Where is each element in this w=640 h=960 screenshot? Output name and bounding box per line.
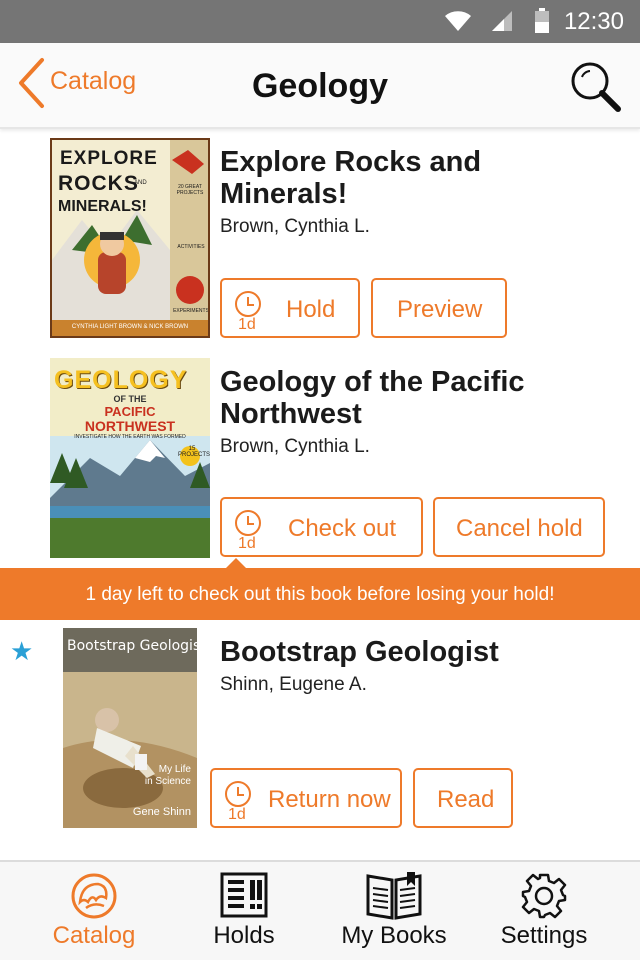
back-label: Catalog: [50, 67, 137, 95]
hold-expiry-banner: 1 day left to check out this book before…: [0, 558, 640, 620]
nav-settings[interactable]: Settings: [464, 862, 624, 960]
book-title[interactable]: Explore Rocks and Minerals!: [220, 146, 620, 210]
check-out-button-label: Check out: [288, 515, 397, 542]
book-title-line: Minerals!: [220, 178, 348, 210]
cover-title-3: MINERALS!: [58, 198, 147, 215]
cover-subtitle-2: in Science: [144, 776, 191, 787]
signal-icon: [492, 11, 512, 31]
banner-pointer: [226, 558, 246, 568]
hold-button[interactable]: 1d Hold: [220, 278, 360, 338]
nav-label: My Books: [341, 922, 447, 949]
cover-author: Gene Shinn: [132, 806, 191, 818]
cover-title-2: OF THE: [113, 394, 147, 404]
cover-title-1: EXPLORE: [60, 148, 158, 169]
due-label: 1d: [238, 316, 256, 333]
status-bar: 12:30: [0, 0, 640, 43]
clock-icon: [235, 510, 261, 536]
holds-icon: [220, 872, 268, 918]
return-now-button-label: Return now: [268, 786, 391, 813]
book-author: Shinn, Eugene A.: [220, 674, 367, 695]
battery-icon: [535, 8, 549, 33]
book-title-line: Northwest: [220, 398, 362, 430]
cover-art: [63, 628, 197, 828]
banner-text: 1 day left to check out this book before…: [85, 584, 555, 605]
cover-title-2: ROCKS: [58, 172, 139, 195]
search-button[interactable]: [568, 59, 624, 115]
book-cover[interactable]: Bootstrap Geologist My Life in Science G…: [63, 628, 197, 828]
cover-title-2b: AND: [134, 180, 147, 186]
back-button[interactable]: Catalog: [16, 55, 146, 111]
nav-label: Catalog: [52, 922, 136, 949]
nav-label: Settings: [500, 922, 588, 949]
cover-badge: 15 PROJECTS: [178, 446, 210, 458]
cancel-hold-button[interactable]: Cancel hold: [433, 497, 605, 557]
lion-icon: [71, 873, 117, 919]
gear-icon: [521, 873, 567, 919]
book-item[interactable]: Bootstrap Geologist My Life in Science G…: [0, 628, 640, 838]
bottom-navigation: Catalog Holds My Books Settings: [0, 860, 640, 960]
book-item[interactable]: EXPLORE ROCKS AND MINERALS! 20 GREAT PRO…: [0, 138, 640, 348]
app-bar: Catalog Geology: [0, 43, 640, 129]
book-item[interactable]: GEOLOGY OF THE PACIFIC NORTHWEST INVESTI…: [0, 358, 640, 568]
book-cover[interactable]: EXPLORE ROCKS AND MINERALS! 20 GREAT PRO…: [50, 138, 210, 338]
due-label: 1d: [228, 806, 246, 823]
return-now-button[interactable]: 1d Return now: [210, 768, 402, 828]
books-icon: [366, 872, 422, 920]
cover-footer: CYNTHIA LIGHT BROWN & NICK BROWN: [71, 324, 189, 330]
clock-icon: [235, 291, 261, 317]
nav-my-books[interactable]: My Books: [314, 862, 474, 960]
read-button[interactable]: Read: [413, 768, 513, 828]
book-title-line: Geology of the Pacific: [220, 366, 525, 398]
book-title-line: Bootstrap Geologist: [220, 636, 499, 668]
cover-title-3: PACIFIC: [104, 404, 156, 419]
preview-button[interactable]: Preview: [371, 278, 507, 338]
wifi-icon: [445, 11, 471, 31]
hold-button-label: Hold: [286, 296, 336, 323]
due-label: 1d: [238, 535, 256, 552]
status-time: 12:30: [563, 8, 624, 35]
chevron-left-icon: [19, 58, 44, 108]
search-icon: [571, 62, 621, 112]
nav-label: Holds: [213, 922, 275, 949]
cancel-hold-button-label: Cancel hold: [456, 515, 583, 542]
cover-side-2: EXPERIMENTS: [173, 308, 209, 314]
cover-title-1: GEOLOGY: [54, 366, 188, 394]
cover-badge: 20 GREAT PROJECTS: [176, 184, 204, 196]
nav-holds[interactable]: Holds: [164, 862, 324, 960]
cover-subtitle: INVESTIGATE HOW THE EARTH WAS FORMED: [74, 434, 186, 440]
book-cover[interactable]: GEOLOGY OF THE PACIFIC NORTHWEST INVESTI…: [50, 358, 210, 558]
preview-button-label: Preview: [397, 296, 483, 323]
read-button-label: Read: [437, 786, 495, 813]
check-out-button[interactable]: 1d Check out: [220, 497, 423, 557]
cover-title: Bootstrap Geologist: [67, 638, 197, 654]
book-title-line: Explore Rocks and: [220, 146, 482, 178]
cover-subtitle-1: My Life: [158, 764, 191, 775]
book-author: Brown, Cynthia L.: [220, 436, 370, 457]
nav-catalog[interactable]: Catalog: [14, 862, 174, 960]
book-title[interactable]: Bootstrap Geologist: [220, 636, 620, 668]
cover-title-4: NORTHWEST: [84, 418, 176, 434]
book-author: Brown, Cynthia L.: [220, 216, 370, 237]
book-title[interactable]: Geology of the Pacific Northwest: [220, 366, 620, 430]
clock-icon: [225, 781, 251, 807]
cover-side-1: ACTIVITIES: [177, 244, 205, 250]
